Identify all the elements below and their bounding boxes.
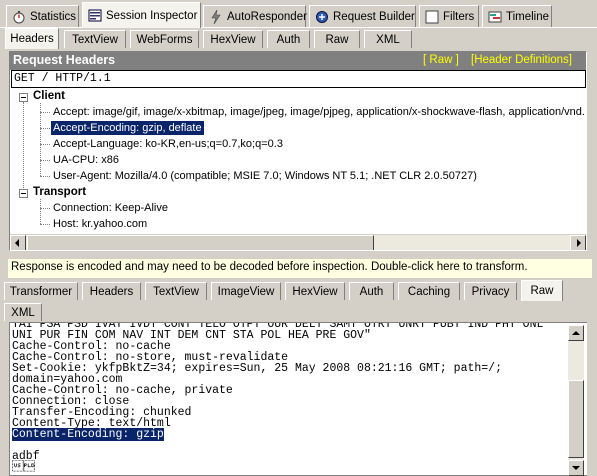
header-ua-cpu[interactable]: UA-CPU: x86: [51, 153, 121, 167]
tab-label: Timeline: [506, 10, 550, 23]
scroll-up-button[interactable]: [568, 325, 584, 341]
request-line: GET / HTTP/1.1: [11, 70, 586, 88]
request-tab-auth[interactable]: Auth: [267, 30, 310, 48]
timeline-icon: [488, 10, 502, 24]
group-client[interactable]: Client: [33, 90, 65, 102]
tree-connector: [40, 112, 50, 113]
response-view-tabs-row2: XML: [0, 301, 597, 322]
tree-connector: [40, 176, 50, 177]
transport-collapse-icon[interactable]: [19, 189, 28, 198]
response-line: Content-Encoding: gzip: [12, 428, 543, 441]
tab-label: Request Builder: [333, 10, 415, 23]
tab-label: AutoResponder: [227, 10, 307, 23]
response-view-tabs-row1: Transformer Headers TextView ImageView H…: [0, 280, 597, 301]
request-tab-headers[interactable]: Headers: [5, 28, 59, 49]
response-tab-privacy[interactable]: Privacy: [464, 282, 517, 300]
tab-label: Statistics: [30, 10, 77, 23]
response-tab-imageview[interactable]: ImageView: [211, 282, 281, 300]
header-connection[interactable]: Connection: Keep-Alive: [51, 201, 170, 215]
header-accept-language[interactable]: Accept-Language: ko-KR,en-us;q=0.7,ko;q=…: [51, 137, 285, 151]
response-line: : [12, 461, 543, 474]
tab-timeline[interactable]: Timeline: [482, 5, 552, 27]
tree-connector: [40, 199, 41, 224]
main-tab-strip: Statistics Session Inspector AutoRespond…: [0, 0, 597, 28]
client-collapse-icon[interactable]: [19, 93, 28, 102]
tab-request-builder[interactable]: Request Builder: [309, 5, 416, 27]
tree-connector: [40, 224, 50, 225]
stopwatch-icon: [12, 10, 26, 24]
tree-connector: [40, 144, 50, 145]
response-line: [12, 440, 543, 451]
tree-connector: [40, 103, 41, 176]
request-builder-icon: [315, 10, 329, 24]
request-horizontal-scrollbar[interactable]: [10, 234, 586, 250]
scroll-thumb[interactable]: [27, 235, 374, 250]
response-tab-xml[interactable]: XML: [4, 303, 42, 321]
tree-connector: [40, 160, 50, 161]
request-view-tabs: Headers TextView WebForms HexView Auth R…: [0, 28, 597, 49]
scroll-left-button[interactable]: [10, 235, 26, 250]
request-tab-xml[interactable]: XML: [364, 30, 412, 48]
response-line: adbf: [12, 451, 543, 463]
tab-label: Filters: [443, 10, 475, 23]
header-accept-encoding[interactable]: Accept-Encoding: gzip, deflate: [51, 121, 204, 135]
response-raw-text[interactable]: TAI PSA PSD IVAT IVDT CONT TELO OTPT OUR…: [12, 323, 543, 474]
scroll-right-button[interactable]: [570, 235, 586, 250]
response-tab-transformer[interactable]: Transformer: [4, 282, 78, 300]
pane-splitter[interactable]: [0, 253, 597, 257]
response-tab-raw[interactable]: Raw: [521, 280, 563, 301]
response-tab-textview[interactable]: TextView: [145, 282, 207, 300]
tree-connector: [23, 102, 24, 188]
tab-filters[interactable]: Filters: [419, 5, 479, 27]
request-tab-webforms[interactable]: WebForms: [130, 30, 199, 48]
scroll-down-button[interactable]: [568, 460, 584, 476]
header-user-agent[interactable]: User-Agent: Mozilla/4.0 (compatible; MSI…: [51, 169, 479, 183]
inspector-icon: [88, 9, 102, 23]
response-tab-headers[interactable]: Headers: [82, 282, 141, 300]
response-tab-auth[interactable]: Auth: [349, 282, 394, 300]
tree-connector: [40, 208, 50, 209]
group-transport[interactable]: Transport: [33, 186, 86, 198]
request-headers-titlebar: Request Headers [ Raw ] [Header Definiti…: [10, 52, 586, 70]
response-raw-view[interactable]: TAI PSA PSD IVAT IVDT CONT TELO OTPT OUR…: [9, 322, 587, 476]
checkbox-icon: [425, 10, 439, 24]
raw-link[interactable]: [ Raw ]: [423, 54, 459, 66]
response-line-text: : [12, 461, 35, 474]
header-definitions-link[interactable]: [Header Definitions]: [471, 54, 572, 66]
tree-connector: [40, 128, 50, 129]
response-vertical-scrollbar[interactable]: [568, 325, 584, 476]
tab-label: Session Inspector: [106, 9, 198, 22]
scroll-thumb[interactable]: [568, 380, 584, 458]
response-tab-caching[interactable]: Caching: [398, 282, 460, 300]
request-tab-hexview[interactable]: HexView: [203, 30, 263, 48]
request-tab-raw[interactable]: Raw: [314, 30, 360, 48]
request-tab-textview[interactable]: TextView: [64, 30, 126, 48]
response-tab-hexview[interactable]: HexView: [285, 282, 345, 300]
lightning-icon: [209, 9, 223, 24]
request-headers-title: Request Headers: [13, 53, 116, 67]
header-accept[interactable]: Accept: image/gif, image/x-xbitmap, imag…: [51, 105, 586, 119]
response-line-text: Content-Encoding: gzip: [12, 428, 164, 441]
headers-tree: Client Accept: image/gif, image/x-xbitma…: [10, 90, 586, 234]
decode-notice-bar[interactable]: Response is encoded and may need to be d…: [8, 259, 592, 278]
tab-autoresponder[interactable]: AutoResponder: [203, 5, 307, 27]
tab-session-inspector[interactable]: Session Inspector: [82, 2, 201, 28]
tab-statistics[interactable]: Statistics: [6, 5, 79, 27]
request-headers-panel: Request Headers [ Raw ] [Header Definiti…: [9, 51, 587, 251]
header-host[interactable]: Host: kr.yahoo.com: [51, 217, 149, 231]
